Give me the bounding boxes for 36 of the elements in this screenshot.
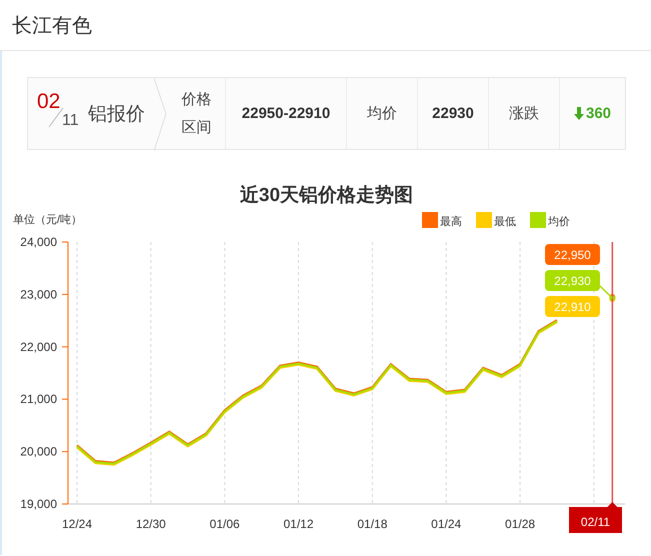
change-label: 涨跌 bbox=[509, 104, 539, 123]
y-tick-label: 24,000 bbox=[20, 235, 57, 249]
x-tick-label: 12/30 bbox=[136, 517, 166, 531]
average-value: 22930 bbox=[432, 105, 474, 122]
x-tick-label: 01/06 bbox=[210, 517, 240, 531]
tooltip-value: 22,950 bbox=[554, 248, 591, 262]
y-tick-label: 22,000 bbox=[20, 340, 57, 354]
range-label: 价格区间 bbox=[180, 90, 212, 138]
tooltip-value: 22,930 bbox=[554, 274, 591, 288]
crosshair-label: 02/11 bbox=[580, 515, 610, 529]
tooltip-value: 22,910 bbox=[554, 300, 591, 314]
day-text: 11 bbox=[62, 112, 79, 130]
y-tick-label: 20,000 bbox=[20, 444, 57, 459]
down-arrow-icon bbox=[574, 107, 584, 120]
x-tick-label: 01/28 bbox=[505, 517, 536, 531]
unit-label: 单位（元/吨） bbox=[13, 214, 82, 226]
legend-label: 最高 bbox=[440, 216, 462, 228]
crosshair-label-box bbox=[569, 502, 622, 533]
average-label: 均价 bbox=[367, 104, 397, 123]
x-tick-label: 01/18 bbox=[357, 517, 388, 531]
quote-title: 铝报价 bbox=[88, 102, 145, 126]
legend-label: 均价 bbox=[548, 216, 570, 228]
x-tick-label: 01/24 bbox=[431, 517, 462, 531]
month-text: 02 bbox=[37, 90, 60, 114]
change-value: 360 bbox=[586, 105, 612, 122]
x-tick-label: 01/12 bbox=[284, 517, 314, 531]
slash-icon bbox=[48, 108, 64, 128]
x-tick-label: 12/24 bbox=[62, 517, 92, 531]
y-tick-label: 23,000 bbox=[20, 287, 57, 302]
y-tick-label: 19,000 bbox=[20, 497, 57, 511]
y-tick-label: 21,000 bbox=[20, 392, 57, 406]
range-value: 22950-22910 bbox=[242, 105, 330, 122]
legend-label: 最低 bbox=[494, 216, 516, 228]
chart-title: 近30天铝价格走势图 bbox=[240, 185, 414, 206]
site-title: 长江有色 bbox=[12, 14, 92, 38]
leader-line bbox=[599, 285, 613, 299]
